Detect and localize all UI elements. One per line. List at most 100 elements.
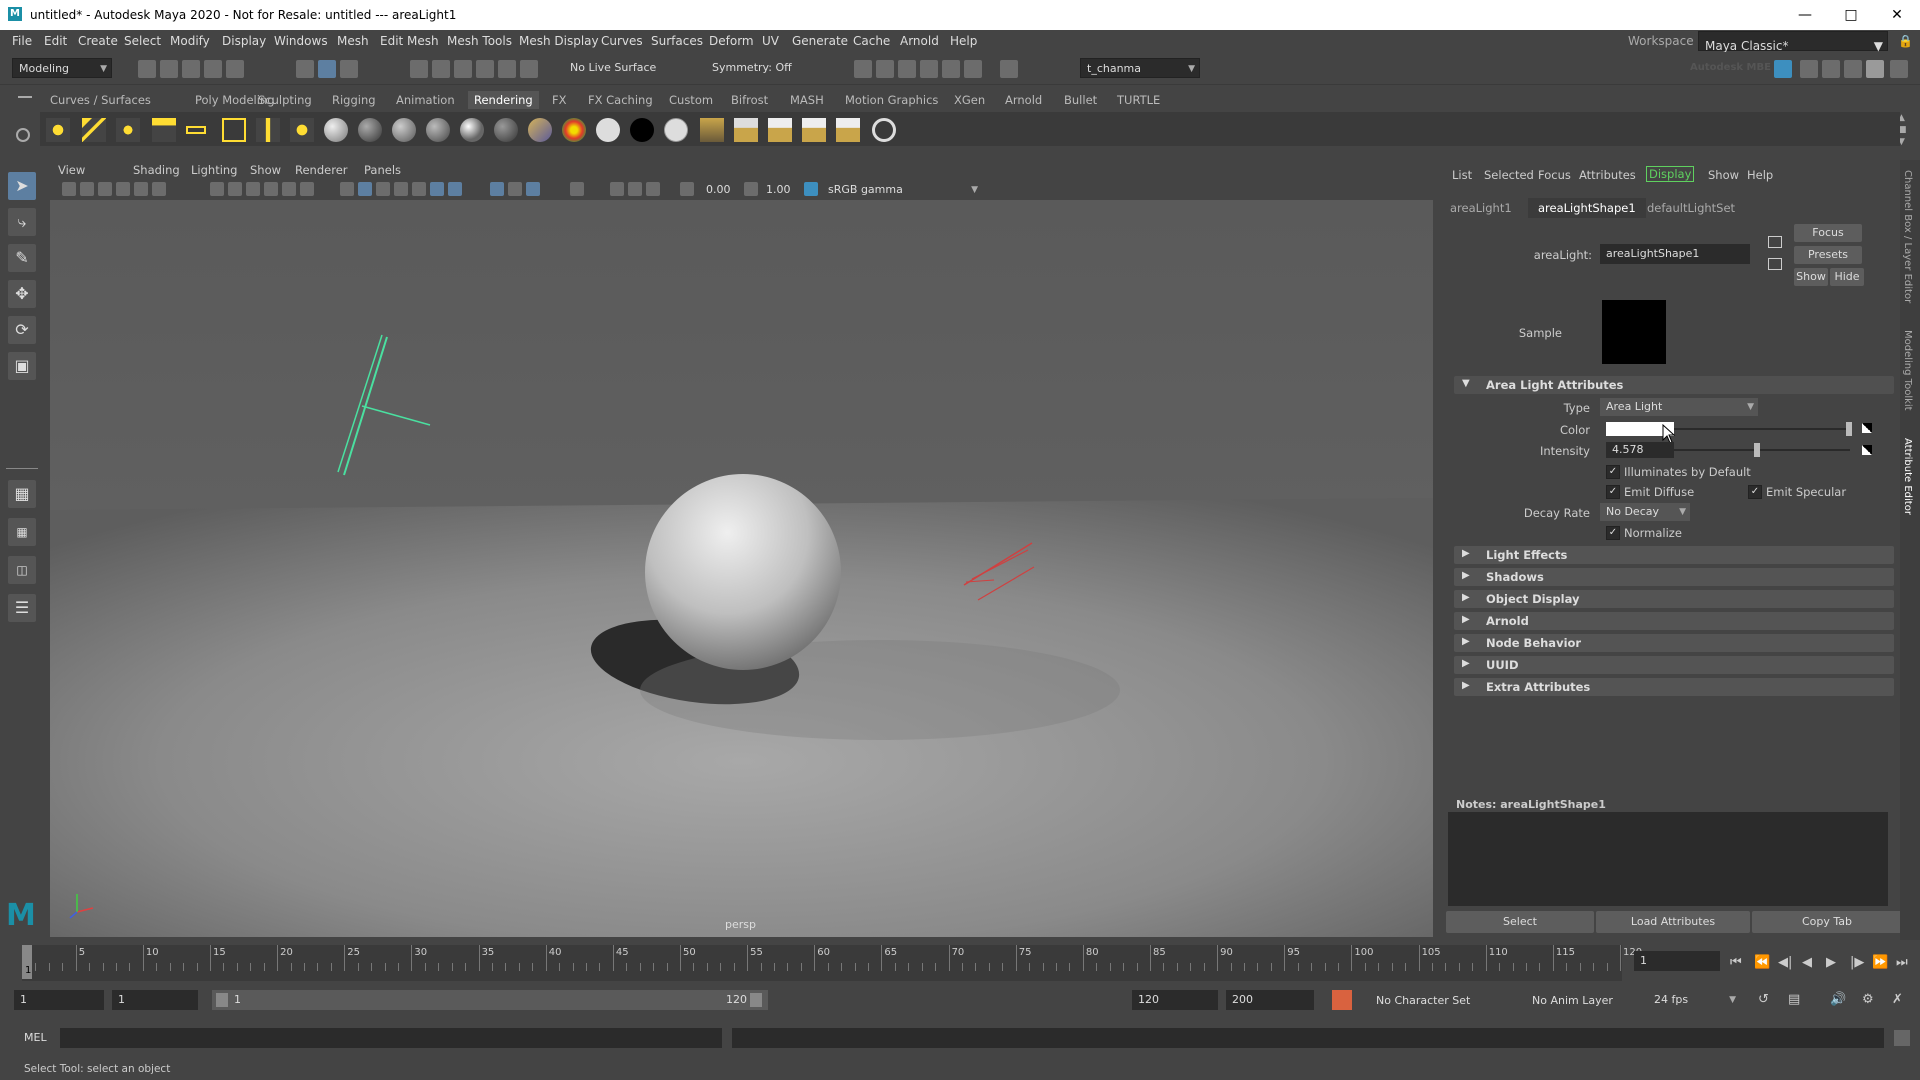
anim-preferences-icon[interactable]: ⚙ — [1862, 992, 1874, 1007]
phong-e-icon[interactable] — [460, 118, 484, 142]
range-start-handle[interactable] — [216, 993, 228, 1007]
command-language-label[interactable]: MEL — [24, 1031, 47, 1044]
side-tab-channel-box[interactable]: Channel Box / Layer Editor — [1902, 170, 1913, 303]
render-view-shelf-icon[interactable] — [836, 118, 860, 142]
snap-view-icon[interactable] — [476, 60, 494, 78]
menu-windows[interactable]: Windows — [274, 34, 328, 48]
play-forwards-icon[interactable]: ▶ — [1826, 955, 1836, 970]
minimize-icon[interactable]: — — [1782, 0, 1828, 30]
shadows-icon[interactable] — [430, 182, 444, 196]
field-chart-icon[interactable] — [282, 182, 296, 196]
menu-modify[interactable]: Modify — [170, 34, 210, 48]
directional-light-icon[interactable] — [82, 118, 106, 142]
pause-icon[interactable] — [1000, 60, 1018, 78]
exposure-value[interactable]: 0.00 — [706, 183, 731, 196]
side-tab-attribute-editor[interactable]: Attribute Editor — [1902, 438, 1913, 515]
menu-help[interactable]: Help — [950, 34, 977, 48]
four-view-layout-icon[interactable]: ▦ — [8, 518, 36, 546]
color-slider-track[interactable] — [1674, 428, 1846, 430]
ae-menu-list[interactable]: List — [1452, 168, 1472, 182]
menu-curves[interactable]: Curves — [601, 34, 643, 48]
section-uuid[interactable]: ▶ UUID — [1454, 656, 1894, 674]
menu-cache[interactable]: Cache — [853, 34, 890, 48]
step-back-frame-icon[interactable]: ⏪ — [1754, 955, 1770, 970]
show-button[interactable]: Show — [1794, 268, 1828, 286]
viewport-menu-show[interactable]: Show — [250, 163, 281, 177]
color-map-icon[interactable] — [1862, 423, 1872, 433]
outliner-icon[interactable]: ☰ — [8, 594, 36, 622]
ipr-render-icon[interactable] — [898, 60, 916, 78]
shelf-tab-fx-caching[interactable]: FX Caching — [588, 93, 653, 107]
wireframe-icon[interactable] — [340, 182, 354, 196]
focus-button[interactable]: Focus — [1794, 224, 1862, 242]
cache-playback-icon[interactable]: ▤ — [1788, 992, 1800, 1007]
color-slider-handle[interactable] — [1846, 422, 1852, 436]
live-surface-label[interactable]: No Live Surface — [570, 61, 656, 74]
illuminates-by-default-checkbox[interactable]: ✓ — [1606, 465, 1620, 479]
grid-icon[interactable] — [210, 182, 224, 196]
shelf-tab-bullet[interactable]: Bullet — [1064, 93, 1097, 107]
ipr-icon[interactable] — [734, 118, 758, 142]
menu-arnold[interactable]: Arnold — [900, 34, 939, 48]
blinn-icon[interactable] — [358, 118, 382, 142]
viewport-menu-lighting[interactable]: Lighting — [191, 163, 237, 177]
layer-editor-icon[interactable] — [1890, 60, 1908, 78]
depth-of-field-icon[interactable] — [646, 182, 660, 196]
use-all-lights-icon[interactable] — [412, 182, 426, 196]
smooth-shade-icon[interactable] — [358, 182, 372, 196]
perspective-viewport[interactable]: persp — [50, 200, 1433, 937]
step-forward-key-icon[interactable]: |▶ — [1850, 955, 1864, 970]
gamma-value[interactable]: 1.00 — [766, 183, 791, 196]
fps-dropdown[interactable]: 24 fps ▼ — [1648, 990, 1740, 1010]
paint-select-tool-icon[interactable]: ✎ — [8, 244, 36, 272]
script-editor-link-icon[interactable]: ✗ — [1892, 992, 1903, 1007]
shelf-settings-icon[interactable] — [16, 128, 30, 142]
hypershade-icon[interactable] — [942, 60, 960, 78]
snap-curve-icon[interactable] — [432, 60, 450, 78]
ae-tab-defaultlightset[interactable]: defaultLightSet — [1637, 198, 1745, 218]
select-tool-icon[interactable]: ➤ — [8, 172, 36, 200]
script-editor-icon[interactable] — [1894, 1030, 1910, 1046]
viewport-menu-view[interactable]: View — [58, 163, 85, 177]
node-name-field[interactable]: areaLightShape1 — [1600, 244, 1750, 264]
shelf-tab-turtle[interactable]: TURTLE — [1117, 93, 1160, 107]
volume-light-icon[interactable] — [222, 118, 246, 142]
menu-mesh[interactable]: Mesh — [337, 34, 369, 48]
section-object-display[interactable]: ▶ Object Display — [1454, 590, 1894, 608]
menu-edit[interactable]: Edit — [44, 34, 67, 48]
anim-layer-label[interactable]: No Anim Layer — [1532, 994, 1613, 1007]
safe-action-icon[interactable] — [300, 182, 314, 196]
shading-map-icon[interactable] — [664, 118, 688, 142]
ambient-occlusion-icon[interactable] — [448, 182, 462, 196]
menu-surfaces[interactable]: Surfaces — [651, 34, 703, 48]
hide-button[interactable]: Hide — [1830, 268, 1864, 286]
render-view-icon[interactable] — [920, 60, 938, 78]
menu-mesh-tools[interactable]: Mesh Tools — [447, 34, 512, 48]
resolution-gate-icon[interactable] — [246, 182, 260, 196]
menu-create[interactable]: Create — [78, 34, 118, 48]
isolate-select-icon[interactable] — [490, 182, 504, 196]
snap-grid-icon[interactable] — [410, 60, 428, 78]
snap-pivot-icon[interactable] — [520, 60, 538, 78]
shelf-tab-sculpting[interactable]: Sculpting — [258, 93, 312, 107]
channel-box-icon[interactable] — [1866, 60, 1884, 78]
camera-attributes-icon[interactable] — [80, 182, 94, 196]
playback-start-field[interactable]: 1 — [112, 990, 198, 1010]
select-button[interactable]: Select — [1446, 911, 1594, 933]
menu-generate[interactable]: Generate — [792, 34, 848, 48]
spot-light-icon[interactable] — [152, 118, 176, 142]
side-tab-modeling-toolkit[interactable]: Modeling Toolkit — [1902, 330, 1913, 411]
viewport-menu-panels[interactable]: Panels — [364, 163, 401, 177]
bookmarks-icon[interactable] — [98, 182, 112, 196]
light-type-dropdown[interactable]: Area Light ▼ — [1600, 398, 1758, 416]
symmetry-label[interactable]: Symmetry: Off — [712, 61, 792, 74]
output-connections-icon[interactable] — [1768, 258, 1782, 270]
shelf-tab-animation[interactable]: Animation — [396, 93, 455, 107]
character-set-label[interactable]: No Character Set — [1376, 994, 1470, 1007]
multisample-icon[interactable] — [610, 182, 624, 196]
presets-button[interactable]: Presets — [1794, 246, 1862, 264]
menu-deform[interactable]: Deform — [709, 34, 754, 48]
select-camera-icon[interactable] — [62, 182, 76, 196]
intensity-field[interactable]: 4.578 — [1606, 442, 1674, 458]
ae-tab-arealightshape1[interactable]: areaLightShape1 — [1528, 198, 1646, 218]
